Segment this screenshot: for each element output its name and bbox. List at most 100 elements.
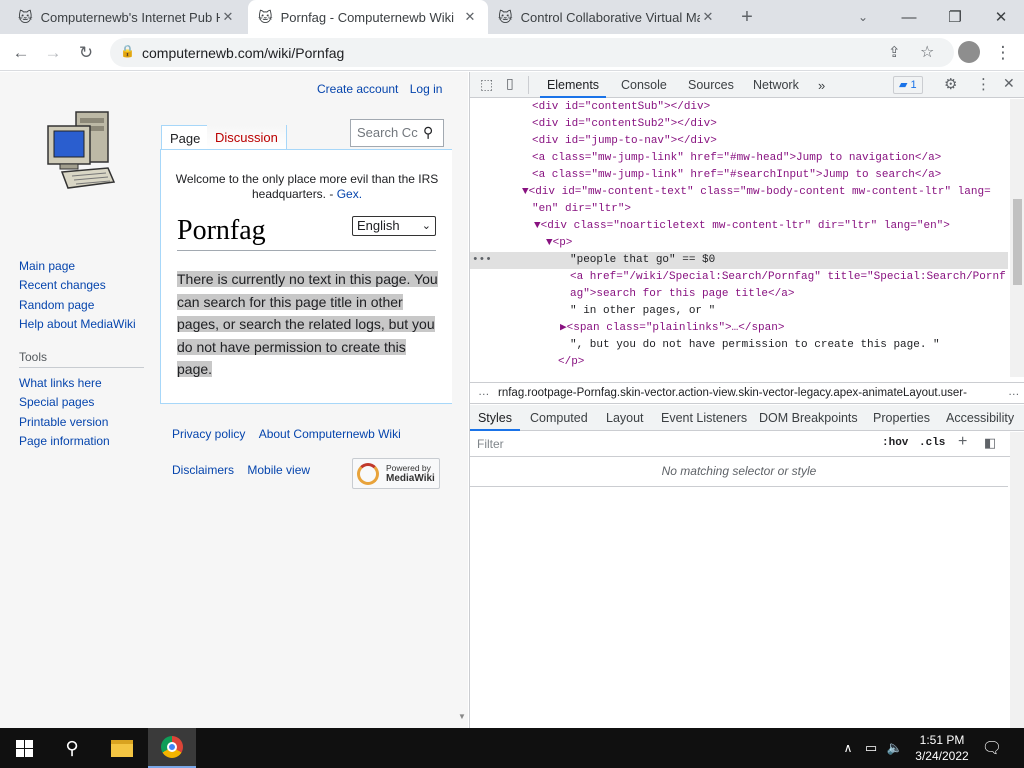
tab-search-icon[interactable]: ⌄: [850, 4, 876, 30]
browser-tab[interactable]: 🐱 Control Collaborative Virtual Ma ✕: [488, 0, 726, 34]
file-explorer-icon[interactable]: [98, 728, 146, 768]
devtools-tab-console[interactable]: Console: [621, 72, 667, 98]
dom-node-selected[interactable]: ••• "people that go" == $0: [470, 252, 1008, 269]
nav-main-page[interactable]: Main page: [19, 257, 136, 276]
reload-icon[interactable]: ↻: [73, 40, 99, 66]
create-account-link[interactable]: Create account: [317, 82, 398, 96]
hov-toggle[interactable]: :hov: [882, 437, 908, 449]
dom-scroll-thumb[interactable]: [1013, 199, 1022, 285]
system-clock[interactable]: 1:51 PM 3/24/2022: [912, 732, 972, 764]
new-style-rule-icon[interactable]: +: [958, 433, 967, 451]
dom-node[interactable]: ag">search for this page title</a>: [470, 286, 1008, 303]
chrome-taskbar-icon[interactable]: [148, 728, 196, 768]
styles-tab-layout[interactable]: Layout: [606, 405, 644, 431]
dom-text-node[interactable]: ", but you do not have permission to cre…: [470, 337, 1008, 354]
close-tab-icon[interactable]: ✕: [462, 9, 478, 25]
forward-icon[interactable]: →: [40, 40, 66, 66]
styles-scrollbar[interactable]: [1010, 432, 1024, 728]
footer-mobile-view[interactable]: Mobile view: [247, 463, 310, 477]
devtools-tab-elements[interactable]: Elements: [540, 72, 606, 98]
tab-discussion[interactable]: Discussion: [207, 125, 287, 150]
share-icon[interactable]: ⇪: [888, 43, 901, 61]
dom-node[interactable]: <div id="contentSub"></div>: [470, 99, 1008, 116]
inspect-element-icon[interactable]: ⬚: [480, 76, 493, 93]
minimize-icon[interactable]: —: [886, 0, 932, 34]
dom-node[interactable]: <a href="/wiki/Special:Search/Pornfag" t…: [470, 269, 1008, 286]
node-actions-icon[interactable]: •••: [472, 252, 492, 269]
dom-text-node[interactable]: " in other pages, or ": [470, 303, 1008, 320]
close-tab-icon[interactable]: ✕: [700, 9, 716, 25]
browser-tab[interactable]: 🐱 Computernewb's Internet Pub Hu ✕: [8, 0, 246, 34]
start-button-icon[interactable]: [0, 728, 48, 768]
dom-node[interactable]: <a class="mw-jump-link" href="#mw-head">…: [470, 150, 1008, 167]
device-toolbar-icon[interactable]: ▯: [506, 75, 514, 92]
dom-scrollbar[interactable]: [1010, 99, 1024, 377]
log-in-link[interactable]: Log in: [410, 82, 443, 96]
footer-about[interactable]: About Computernewb Wiki: [259, 427, 401, 441]
tool-what-links-here[interactable]: What links here: [19, 374, 110, 393]
devtools-menu-icon[interactable]: ⋮: [976, 75, 991, 93]
styles-tab-accessibility[interactable]: Accessibility: [946, 405, 1014, 431]
bookmark-star-icon[interactable]: ☆: [920, 42, 934, 62]
filter-input[interactable]: Filter: [477, 437, 504, 451]
profile-avatar-icon[interactable]: [958, 41, 980, 63]
nav-recent-changes[interactable]: Recent changes: [19, 276, 136, 295]
wiki-logo[interactable]: [44, 108, 116, 192]
dom-node[interactable]: ▼<div class="noarticletext mw-content-lt…: [470, 218, 1008, 235]
show-hidden-icons-icon[interactable]: ∧: [838, 728, 858, 768]
nav-random-page[interactable]: Random page: [19, 296, 136, 315]
close-window-icon[interactable]: ✕: [978, 0, 1024, 34]
styles-tab-event-listeners[interactable]: Event Listeners: [661, 405, 747, 431]
browser-tab-active[interactable]: 🐱 Pornfag - Computernewb Wiki ✕: [248, 0, 488, 34]
dom-node[interactable]: <div id="contentSub2"></div>: [470, 116, 1008, 133]
devtools-tab-sources[interactable]: Sources: [688, 72, 734, 98]
cls-toggle[interactable]: .cls: [919, 437, 945, 449]
styles-tab-properties[interactable]: Properties: [873, 405, 930, 431]
dom-node[interactable]: <div id="jump-to-nav"></div>: [470, 133, 1008, 150]
notifications-icon[interactable]: 🗨: [978, 728, 1006, 768]
footer-privacy-policy[interactable]: Privacy policy: [172, 427, 245, 441]
dom-node-attr-continuation[interactable]: "en" dir="ltr">: [470, 201, 1008, 218]
search-icon[interactable]: ⚲: [423, 124, 433, 141]
close-tab-icon[interactable]: ✕: [220, 9, 236, 25]
powered-by-mediawiki-badge[interactable]: Powered by MediaWiki: [352, 458, 440, 489]
language-select[interactable]: English ⌄: [352, 216, 436, 236]
search-input[interactable]: Search Cc ⚲: [350, 119, 444, 147]
breadcrumb-scroll-right-icon[interactable]: …: [1004, 386, 1024, 398]
styles-tab-dom-breakpoints[interactable]: DOM Breakpoints: [759, 405, 858, 431]
back-icon[interactable]: ←: [8, 40, 34, 66]
dom-node[interactable]: <a class="mw-jump-link" href="#searchInp…: [470, 167, 1008, 184]
footer-disclaimers[interactable]: Disclaimers: [172, 463, 234, 477]
issues-badge[interactable]: ▰ 1: [893, 76, 923, 94]
dom-node[interactable]: </p>: [470, 354, 1008, 371]
tool-page-information[interactable]: Page information: [19, 432, 110, 451]
dom-node[interactable]: ▼<p>: [470, 235, 1008, 252]
page-scrollbar[interactable]: ▼: [458, 72, 468, 728]
scroll-down-icon[interactable]: ▼: [458, 712, 466, 721]
styles-tab-styles[interactable]: Styles: [470, 405, 520, 431]
dom-node[interactable]: ▼<div id="mw-content-text" class="mw-bod…: [470, 184, 1008, 201]
close-devtools-icon[interactable]: ✕: [1003, 75, 1015, 92]
address-bar[interactable]: 🔒 computernewb.com/wiki/Pornfag ⇪ ☆: [110, 38, 954, 67]
settings-gear-icon[interactable]: ⚙: [944, 75, 957, 93]
site-notice-link[interactable]: Gex.: [337, 187, 362, 201]
tool-printable-version[interactable]: Printable version: [19, 413, 110, 432]
element-breadcrumb[interactable]: … rnfag.rootpage-Pornfag.skin-vector.act…: [470, 382, 1024, 404]
new-tab-icon[interactable]: +: [734, 4, 760, 30]
lock-icon[interactable]: 🔒: [120, 44, 135, 58]
nav-help-about-mediawiki[interactable]: Help about MediaWiki: [19, 315, 136, 334]
network-icon[interactable]: ▭: [860, 728, 882, 768]
volume-icon[interactable]: 🔈: [884, 728, 906, 768]
tool-special-pages[interactable]: Special pages: [19, 393, 110, 412]
breadcrumb-scroll-left-icon[interactable]: …: [478, 386, 490, 398]
toggle-sidebar-icon[interactable]: ◧: [984, 435, 996, 451]
chrome-menu-icon[interactable]: ⋮: [990, 40, 1016, 66]
search-taskbar-icon[interactable]: ⚲: [48, 728, 96, 768]
restore-icon[interactable]: ❐: [932, 0, 978, 34]
url-text[interactable]: computernewb.com/wiki/Pornfag: [142, 45, 344, 61]
more-tabs-icon[interactable]: »: [818, 72, 825, 98]
dom-node[interactable]: ▶<span class="plainlinks">…</span>: [470, 320, 1008, 337]
tab-page[interactable]: Page: [161, 125, 210, 150]
devtools-tab-network[interactable]: Network: [753, 72, 799, 98]
styles-tab-computed[interactable]: Computed: [530, 405, 588, 431]
